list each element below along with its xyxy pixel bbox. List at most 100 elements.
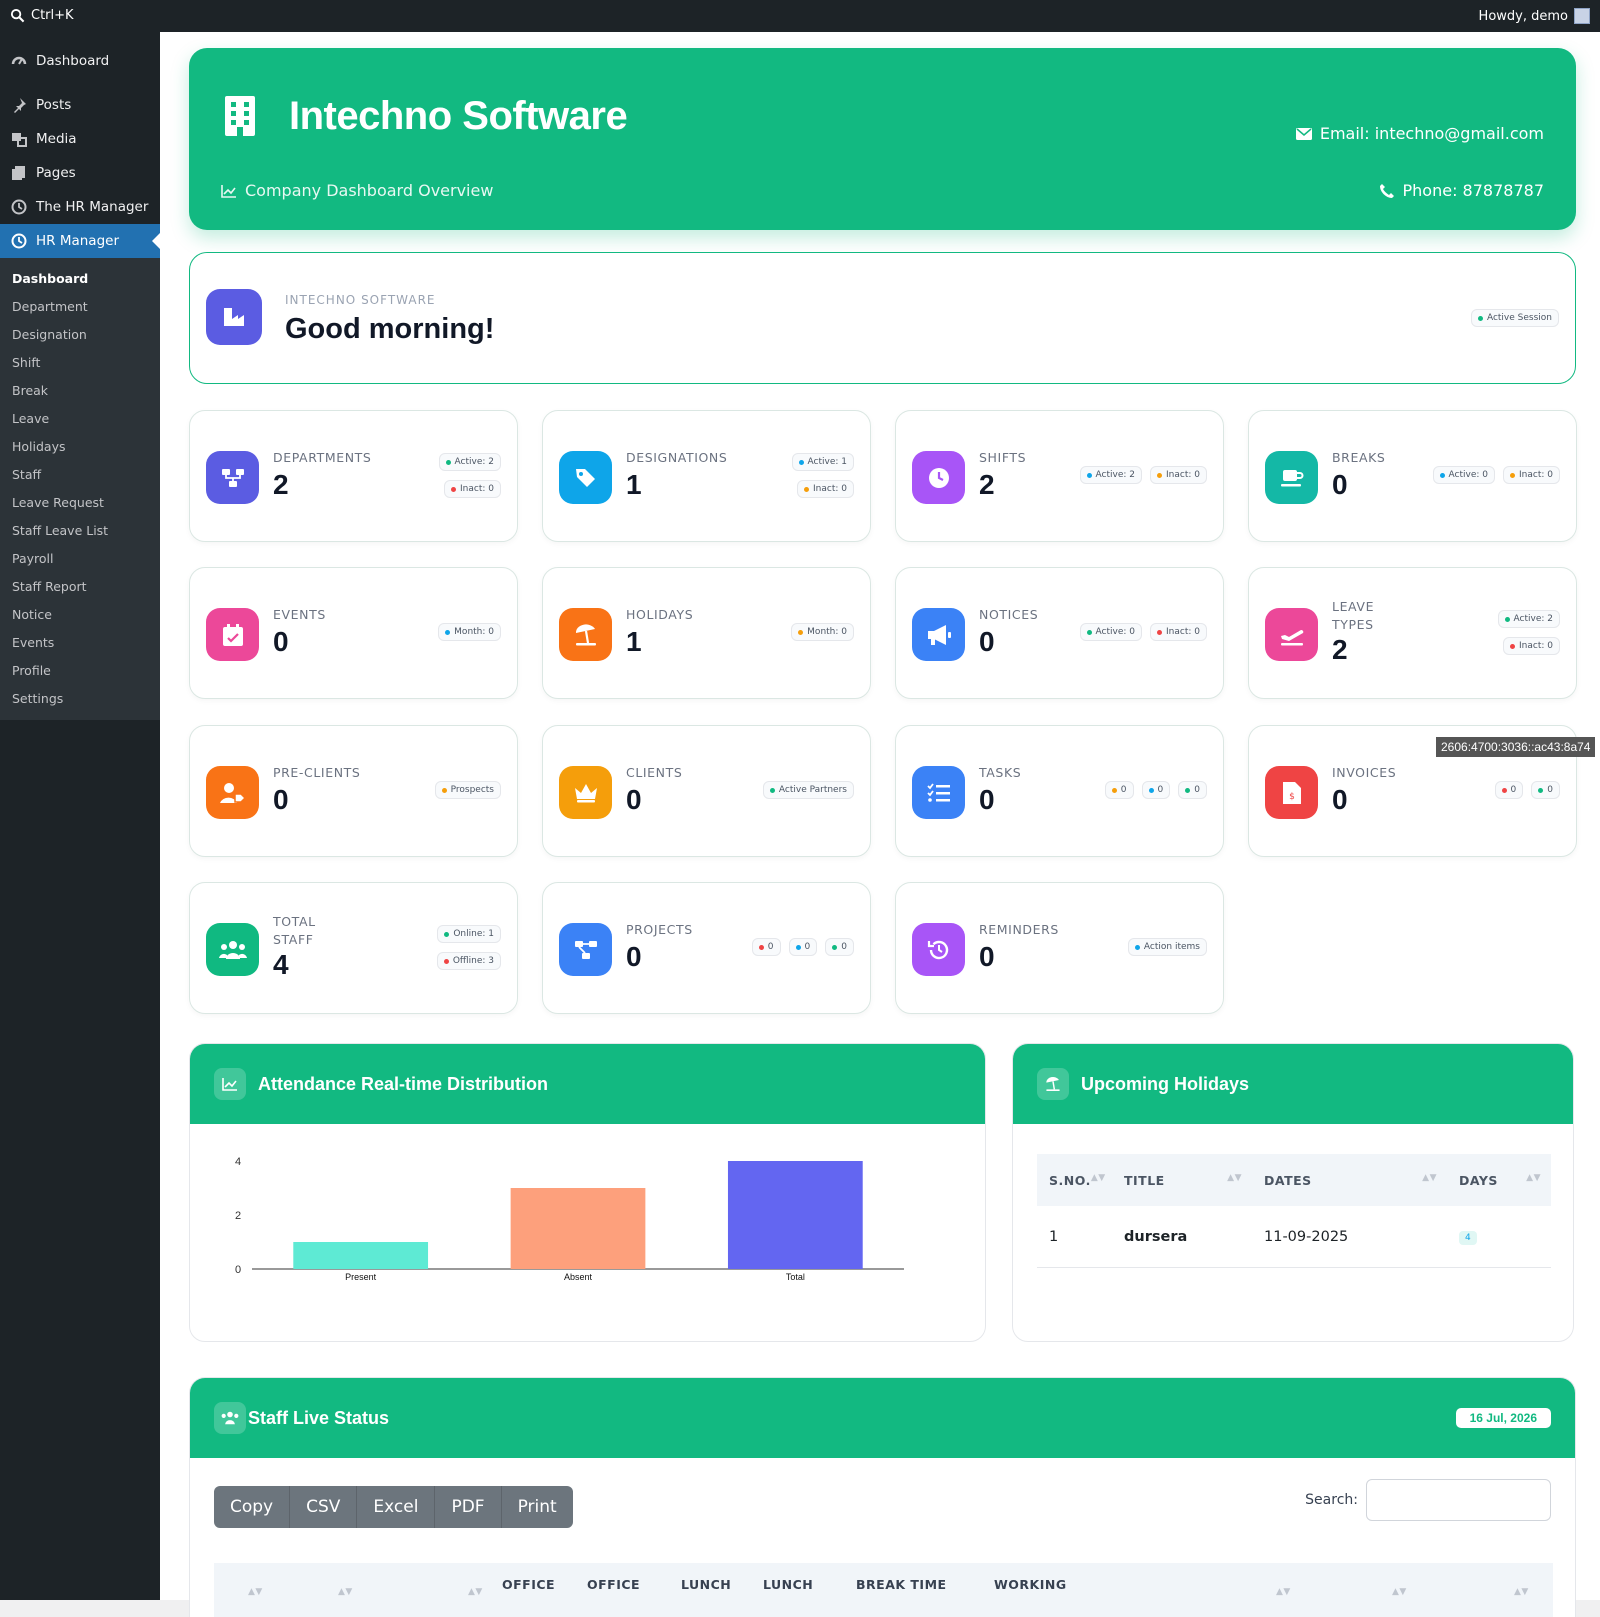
submenu-shift[interactable]: Shift [0,348,160,376]
clock-icon [10,198,28,216]
badge-text: Inact: 0 [813,484,847,494]
phone-text: Phone: 87878787 [1402,181,1544,200]
card-value: 2 [1332,634,1348,665]
menu-label: Posts [36,97,72,113]
card-tasks[interactable]: TASKS 0 0 0 0 [895,725,1224,857]
card-shifts[interactable]: SHIFTS 2 Active: 2 Inact: 0 [895,410,1224,542]
submenu-profile[interactable]: Profile [0,656,160,684]
card-leave-types[interactable]: LEAVE TYPES 2 Active: 2 Inact: 0 [1248,567,1577,699]
card-notices[interactable]: NOTICES 0 Active: 0 Inact: 0 [895,567,1224,699]
submenu-leave-request[interactable]: Leave Request [0,488,160,516]
column-label: S.NO. [1049,1172,1091,1188]
menu-item-media[interactable]: Media [0,122,160,156]
company-header: Intechno Software Company Dashboard Over… [189,48,1576,230]
submenu-designation[interactable]: Designation [0,320,160,348]
col-lunch[interactable]: LUNCH [681,1577,731,1592]
card-label: PROJECTS [626,922,693,937]
dashboard-icon [10,52,28,70]
attendance-panel: Attendance Real-time Distribution 4 2 0 Pre… [189,1043,986,1342]
search-label: Search: [1305,1492,1358,1508]
menu-item-hr-manager[interactable]: HR Manager [0,224,160,258]
dashboard-subtitle: Company Dashboard Overview [221,181,493,200]
card-reminders[interactable]: REMINDERS 0 Action items [895,882,1224,1014]
submenu-dashboard[interactable]: Dashboard [0,264,160,292]
holidays-title: Upcoming Holidays [1081,1073,1250,1094]
submenu-leave[interactable]: Leave [0,404,160,432]
megaphone-icon [912,608,965,661]
col-days[interactable]: DAYS ▲▼ [1447,1173,1551,1188]
envelope-icon [1295,127,1312,140]
submenu-break[interactable]: Break [0,376,160,404]
submenu-notice[interactable]: Notice [0,600,160,628]
csv-button[interactable]: CSV [290,1486,358,1528]
col-working[interactable]: WORKING [994,1577,1067,1592]
menu-item-posts[interactable]: Posts [0,88,160,122]
calendar-check-icon [206,608,259,661]
badge-text: 0 [841,942,847,952]
staff-table-header: ▲▼ ▲▼ ▲▼ OFFICE OFFICE LUNCH LUNCH BREAK… [214,1563,1553,1617]
pending-badge: 0 [1104,781,1134,799]
search-icon [10,8,25,23]
card-value: 0 [979,784,995,815]
card-value: 2 [273,469,289,500]
col-break-time[interactable]: BREAK TIME [856,1577,947,1592]
search-input[interactable] [1366,1479,1551,1521]
card-total-staff[interactable]: TOTAL STAFF 4 Online: 1 Offline: 3 [189,882,518,1014]
card-projects[interactable]: PROJECTS 0 0 0 0 [542,882,871,1014]
excel-button[interactable]: Excel [357,1486,436,1528]
card-departments[interactable]: DEPARTMENTS 2 Active: 2 Inact: 0 [189,410,518,542]
print-button[interactable]: Print [501,1486,573,1528]
badge-text: Month: 0 [454,627,494,637]
col-office[interactable]: OFFICE [587,1577,640,1592]
copy-button[interactable]: Copy [214,1486,291,1528]
card-holidays[interactable]: HOLIDAYS 1 Month: 0 [542,567,871,699]
command-search[interactable]: Ctrl+K [10,8,74,23]
sort-icon: ▲▼ [1090,1172,1106,1183]
card-breaks[interactable]: BREAKS 0 Active: 0 Inact: 0 [1248,410,1577,542]
submenu-department[interactable]: Department [0,292,160,320]
badge-text: Inact: 0 [1166,627,1200,637]
phone-icon [1379,183,1394,198]
card-pre-clients[interactable]: PRE-CLIENTS 0 Prospects [189,725,518,857]
card-events[interactable]: EVENTS 0 Month: 0 [189,567,518,699]
card-value: 4 [273,949,289,980]
inactive-badge: Inact: 0 [1503,637,1560,655]
card-designations[interactable]: DESIGNATIONS 1 Active: 1 Inact: 0 [542,410,871,542]
greeting-org: INTECHNO SOFTWARE [285,293,436,307]
card-clients[interactable]: CLIENTS 0 Active Partners [542,725,871,857]
active-badge: Active: 0 [1432,466,1496,484]
col-sno[interactable]: S.NO. ▲▼ [1037,1173,1112,1188]
pages-icon [10,164,28,182]
col-title[interactable]: TITLE ▲▼ [1112,1173,1252,1188]
submenu-events[interactable]: Events [0,628,160,656]
progress-badge: 0 [788,938,818,956]
submenu-staff-leave-list[interactable]: Staff Leave List [0,516,160,544]
staff-live-panel: Staff Live Status 16 Jul, 2026 Copy CSV … [189,1377,1576,1617]
card-label: INVOICES [1332,765,1397,780]
admin-bar: Ctrl+K Howdy, demo [0,0,1600,32]
ip-tooltip: 2606:4700:3036::ac43:8a74 [1436,737,1596,757]
done-badge: 0 [1178,781,1207,799]
cell-dates: 11-09-2025 [1264,1228,1349,1245]
pdf-button[interactable]: PDF [435,1486,502,1528]
holidays-panel: Upcoming Holidays S.NO. ▲▼ TITLE ▲▼ DATES ▲… [1012,1043,1574,1342]
svg-text:$: $ [1289,792,1295,802]
submenu-payroll[interactable]: Payroll [0,544,160,572]
col-office[interactable]: OFFICE [502,1577,555,1592]
menu-item-pages[interactable]: Pages [0,156,160,190]
submenu-staff-report[interactable]: Staff Report [0,572,160,600]
submenu-holidays[interactable]: Holidays [0,432,160,460]
col-lunch[interactable]: LUNCH [763,1577,813,1592]
col-dates[interactable]: DATES ▲▼ [1252,1173,1447,1188]
submenu-staff[interactable]: Staff [0,460,160,488]
account-menu[interactable]: Howdy, demo [1479,8,1590,24]
submenu-settings[interactable]: Settings [0,684,160,712]
staff-live-header: Staff Live Status 16 Jul, 2026 [190,1378,1575,1458]
card-value: 2 [979,469,995,500]
admin-sidebar: Dashboard Posts Media Pages The HR Manag… [0,32,160,1600]
column-label: DAYS [1459,1172,1498,1188]
company-name: Intechno Software [289,94,628,138]
menu-item-dashboard[interactable]: Dashboard [0,44,160,78]
menu-item-the-hr-manager[interactable]: The HR Manager [0,190,160,224]
badge-text: Month: 0 [807,627,847,637]
